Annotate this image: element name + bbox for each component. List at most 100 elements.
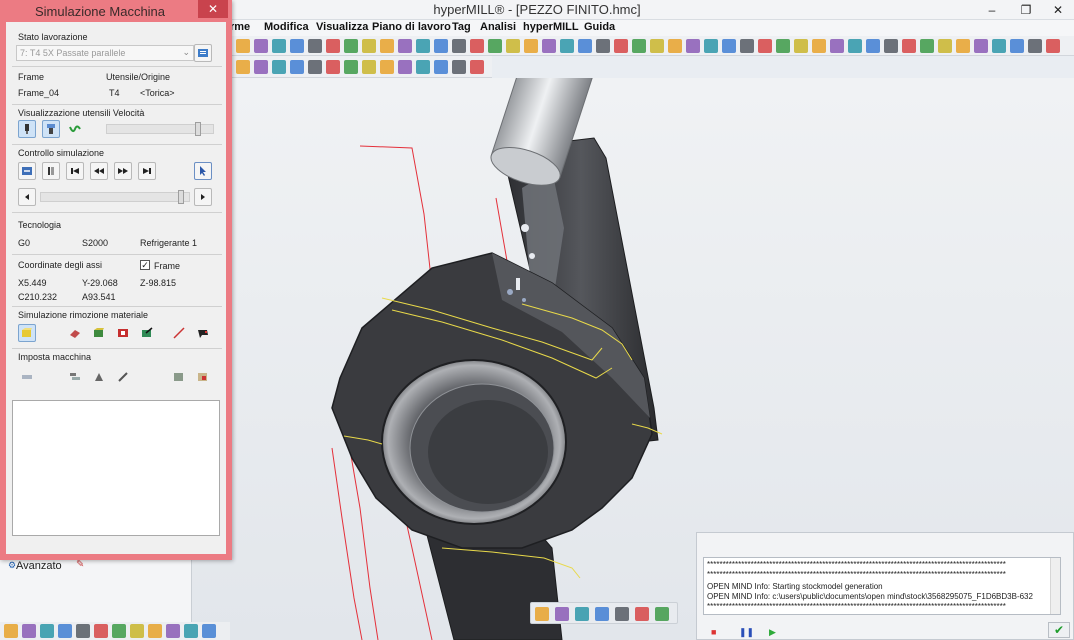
toolbar-tool-icon[interactable] bbox=[542, 39, 556, 53]
cursor-mode-button[interactable] bbox=[194, 162, 212, 180]
view-tool-icon[interactable] bbox=[290, 60, 304, 74]
simulation-progress-slider[interactable] bbox=[40, 190, 190, 204]
view-tool-icon[interactable] bbox=[398, 60, 412, 74]
minimize-icon[interactable]: – bbox=[976, 0, 1008, 20]
toolbar-tool-icon[interactable] bbox=[524, 39, 538, 53]
toolbar-tool-icon[interactable] bbox=[596, 39, 610, 53]
toolbar-tool-icon[interactable] bbox=[1010, 39, 1024, 53]
toolbar-tool-icon[interactable] bbox=[236, 39, 250, 53]
dialog-titlebar[interactable]: Simulazione Macchina ✕ bbox=[0, 0, 232, 22]
go-start-button[interactable] bbox=[66, 162, 84, 180]
bottom-tool-icon[interactable] bbox=[202, 624, 216, 638]
viewport-tool-icon[interactable] bbox=[655, 607, 669, 621]
simulation-progress-thumb[interactable] bbox=[178, 190, 184, 204]
view-tool-icon[interactable] bbox=[380, 60, 394, 74]
menu-item-visualizza[interactable]: Visualizza bbox=[316, 21, 368, 33]
toolbar-tool-icon[interactable] bbox=[290, 39, 304, 53]
ok-button[interactable]: ✔ bbox=[1048, 622, 1070, 638]
bottom-tool-icon[interactable] bbox=[148, 624, 162, 638]
close-icon[interactable]: ✕ bbox=[1042, 0, 1074, 20]
machine-import-button[interactable] bbox=[194, 368, 212, 386]
dialog-close-button[interactable]: ✕ bbox=[198, 0, 228, 18]
log-scrollbar[interactable] bbox=[1050, 558, 1060, 614]
toolbar-tool-icon[interactable] bbox=[488, 39, 502, 53]
avanzato-label[interactable]: Avanzato bbox=[16, 560, 62, 572]
menu-item-piano[interactable]: Piano di lavoro bbox=[372, 21, 451, 33]
fast-forward-button[interactable] bbox=[114, 162, 132, 180]
machine-axes-button[interactable] bbox=[66, 368, 84, 386]
toolbar-tool-icon[interactable] bbox=[632, 39, 646, 53]
bottom-tool-icon[interactable] bbox=[22, 624, 36, 638]
step-right-button[interactable] bbox=[194, 188, 212, 206]
play-icon[interactable]: ▶ bbox=[769, 627, 776, 638]
step-back-button[interactable] bbox=[42, 162, 60, 180]
toolpath-display-button[interactable] bbox=[66, 120, 84, 138]
stock-model-button[interactable] bbox=[90, 324, 108, 342]
holder-display-button[interactable] bbox=[42, 120, 60, 138]
stock-compare-button[interactable] bbox=[66, 324, 84, 342]
toolbar-tool-icon[interactable] bbox=[578, 39, 592, 53]
toolbar-tool-icon[interactable] bbox=[938, 39, 952, 53]
go-end-button[interactable] bbox=[138, 162, 156, 180]
bottom-tool-icon[interactable] bbox=[130, 624, 144, 638]
bottom-tool-icon[interactable] bbox=[58, 624, 72, 638]
menu-item-analisi[interactable]: Analisi bbox=[480, 21, 516, 33]
toolbar-tool-icon[interactable] bbox=[560, 39, 574, 53]
toolbar-tool-icon[interactable] bbox=[686, 39, 700, 53]
bottom-tool-icon[interactable] bbox=[166, 624, 180, 638]
bottom-tool-icon[interactable] bbox=[76, 624, 90, 638]
viewport-tool-icon[interactable] bbox=[555, 607, 569, 621]
stock-measure-button[interactable] bbox=[170, 324, 188, 342]
viewport-tool-icon[interactable] bbox=[635, 607, 649, 621]
toolbar-tool-icon[interactable] bbox=[452, 39, 466, 53]
view-tool-icon[interactable] bbox=[236, 60, 250, 74]
pause-icon[interactable]: ❚❚ bbox=[739, 627, 754, 638]
stock-removal-on-button[interactable] bbox=[18, 324, 36, 342]
machine-edit-button[interactable] bbox=[114, 368, 132, 386]
step-left-button[interactable] bbox=[18, 188, 36, 206]
toolbar-tool-icon[interactable] bbox=[326, 39, 340, 53]
speed-slider[interactable] bbox=[106, 122, 214, 136]
view-tool-icon[interactable] bbox=[308, 60, 322, 74]
stock-export-button[interactable] bbox=[138, 324, 156, 342]
toolbar-tool-icon[interactable] bbox=[794, 39, 808, 53]
toolbar-tool-icon[interactable] bbox=[434, 39, 448, 53]
view-tool-icon[interactable] bbox=[362, 60, 376, 74]
toolbar-tool-icon[interactable] bbox=[974, 39, 988, 53]
toolbar-tool-icon[interactable] bbox=[758, 39, 772, 53]
toolbar-tool-icon[interactable] bbox=[470, 39, 484, 53]
menu-item-modifica[interactable]: Modifica bbox=[264, 21, 309, 33]
simulation-message-area[interactable] bbox=[12, 400, 220, 536]
viewport-tool-icon[interactable] bbox=[595, 607, 609, 621]
toolbar-tool-icon[interactable] bbox=[254, 39, 268, 53]
toolbar-tool-icon[interactable] bbox=[416, 39, 430, 53]
menu-item-tag[interactable]: Tag bbox=[452, 21, 471, 33]
machine-export-button[interactable] bbox=[170, 368, 188, 386]
bottom-tool-icon[interactable] bbox=[184, 624, 198, 638]
stock-settings-button[interactable] bbox=[194, 324, 212, 342]
toolbar-tool-icon[interactable] bbox=[992, 39, 1006, 53]
toolbar-tool-icon[interactable] bbox=[812, 39, 826, 53]
frame-checkbox[interactable]: ✓ bbox=[140, 260, 150, 270]
machine-view-button[interactable] bbox=[18, 368, 36, 386]
viewport-tool-icon[interactable] bbox=[615, 607, 629, 621]
toolbar-tool-icon[interactable] bbox=[704, 39, 718, 53]
viewport-tool-icon[interactable] bbox=[535, 607, 549, 621]
toolbar-tool-icon[interactable] bbox=[344, 39, 358, 53]
bottom-tool-icon[interactable] bbox=[40, 624, 54, 638]
toolbar-tool-icon[interactable] bbox=[902, 39, 916, 53]
bottom-tool-icon[interactable] bbox=[112, 624, 126, 638]
view-tool-icon[interactable] bbox=[272, 60, 286, 74]
toolbar-tool-icon[interactable] bbox=[1028, 39, 1042, 53]
toolbar-tool-icon[interactable] bbox=[956, 39, 970, 53]
toolbar-tool-icon[interactable] bbox=[668, 39, 682, 53]
toolbar-tool-icon[interactable] bbox=[866, 39, 880, 53]
view-tool-icon[interactable] bbox=[254, 60, 268, 74]
menu-item-hypermill[interactable]: hyperMILL bbox=[523, 21, 579, 33]
rewind-button[interactable] bbox=[90, 162, 108, 180]
menu-item-guida[interactable]: Guida bbox=[584, 21, 615, 33]
toolbar-tool-icon[interactable] bbox=[272, 39, 286, 53]
toolbar-tool-icon[interactable] bbox=[1046, 39, 1060, 53]
bottom-tool-icon[interactable] bbox=[4, 624, 18, 638]
job-select[interactable]: 7: T4 5X Passate parallele ⌄ bbox=[16, 45, 194, 61]
